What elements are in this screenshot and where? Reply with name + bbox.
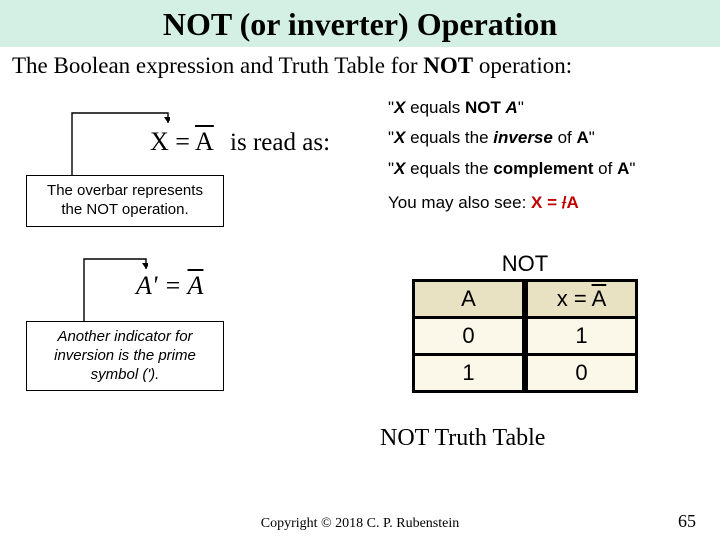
abar: A	[592, 286, 607, 311]
not: NOT	[465, 98, 506, 117]
a: A	[617, 159, 629, 178]
truth-table: NOT A x = A 0 1 1 0	[412, 251, 638, 393]
footer: Copyright © 2018 C. P. Rubenstein 65	[0, 516, 720, 532]
pre: You may also see:	[388, 193, 531, 212]
may-also-see: You may also see: X = /A	[388, 190, 635, 216]
q2: "	[589, 128, 595, 147]
expression-2: A' = A	[136, 271, 203, 301]
alt-notation: X = /A	[531, 193, 579, 212]
reading-3: "X equals the complement of A"	[388, 156, 635, 182]
table-title: NOT	[412, 251, 638, 277]
t: equals the	[405, 159, 493, 178]
pre: x =	[557, 286, 592, 311]
table-row: 0 1	[414, 318, 637, 355]
reading-2: "X equals the inverse of A"	[388, 125, 635, 151]
expr2-abar: A	[188, 271, 204, 300]
subtitle: The Boolean expression and Truth Table f…	[0, 47, 720, 79]
expression-1: X = A is read as:	[150, 127, 330, 157]
readings-list: "X equals NOT A" "X equals the inverse o…	[388, 95, 635, 220]
x: X	[394, 128, 405, 147]
page-number: 65	[678, 511, 696, 532]
x: X	[394, 98, 405, 117]
of: of	[593, 159, 617, 178]
main-content: X = A is read as: "X equals NOT A" "X eq…	[0, 79, 720, 469]
header-a: A	[414, 281, 524, 318]
t: equals	[405, 98, 465, 117]
table-caption: NOT Truth Table	[380, 425, 545, 452]
expr2-eq: =	[157, 271, 187, 300]
header-x: x = A	[527, 281, 637, 318]
reading-1: "X equals NOT A"	[388, 95, 635, 121]
t: equals the	[405, 128, 493, 147]
expr1-a-bar: A	[195, 127, 214, 156]
subtitle-bold: NOT	[423, 53, 473, 78]
inv: inverse	[493, 128, 553, 147]
x: X	[394, 159, 405, 178]
copyright: Copyright © 2018 C. P. Rubenstein	[261, 516, 459, 532]
read-as-label: is read as:	[224, 129, 330, 156]
page-title: NOT (or inverter) Operation	[0, 0, 720, 47]
subtitle-post: operation:	[473, 53, 572, 78]
q2: "	[629, 159, 635, 178]
x: X	[531, 193, 542, 212]
cell: 1	[527, 318, 637, 355]
cell: 0	[414, 318, 524, 355]
overbar-note-box: The overbar represents the NOT operation…	[26, 175, 224, 227]
expr2-aprime: A'	[136, 271, 157, 300]
of: of	[553, 128, 577, 147]
expr1-x: X	[150, 127, 169, 156]
eq: =	[542, 193, 561, 212]
table-row: A x = A	[414, 281, 637, 318]
a: A	[506, 98, 518, 117]
cell: 1	[414, 355, 524, 392]
prime-note-box: Another indicator for inversion is the p…	[26, 321, 224, 391]
comp: complement	[493, 159, 593, 178]
expr1-eq: =	[169, 127, 195, 156]
table-row: 1 0	[414, 355, 637, 392]
truth-table-grid: A x = A 0 1 1 0	[412, 279, 638, 393]
subtitle-pre: The Boolean expression and Truth Table f…	[12, 53, 423, 78]
q2: "	[518, 98, 524, 117]
cell: 0	[527, 355, 637, 392]
a: A	[576, 128, 588, 147]
a: A	[566, 193, 578, 212]
